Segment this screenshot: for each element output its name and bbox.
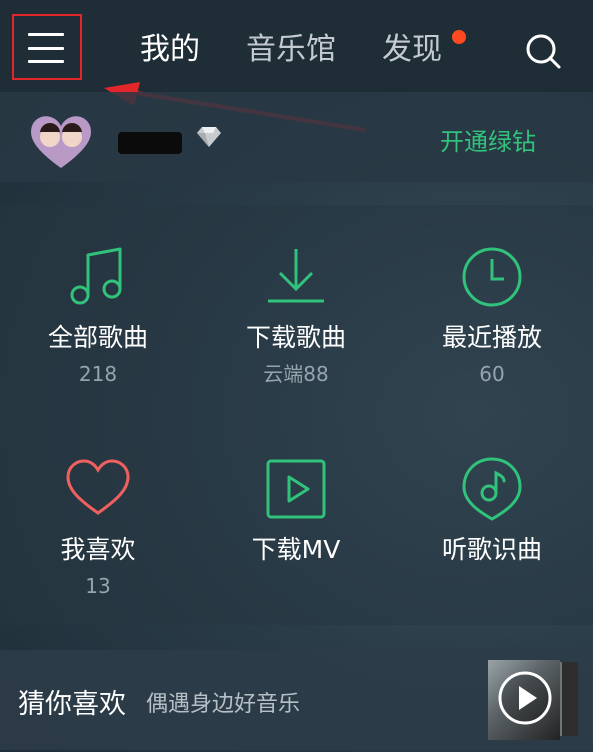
tab-mine[interactable]: 我的: [140, 30, 200, 70]
notification-dot: [452, 30, 466, 44]
tab-discover[interactable]: 发现: [382, 30, 442, 70]
grid-item-label: 最近播放: [441, 323, 542, 352]
grid-item-count: 13: [85, 574, 111, 598]
grid-item-label: 下载MV: [251, 535, 341, 564]
grid-item-download-mv[interactable]: 下载MV: [198, 455, 394, 567]
tab-music-hall[interactable]: 音乐馆: [246, 30, 336, 70]
grid-item-count: 云端88: [263, 362, 329, 386]
play-icon[interactable]: [497, 670, 553, 726]
grid-item-count: 60: [479, 362, 505, 386]
top-bar: 我的 音乐馆 发现: [0, 0, 593, 92]
grid-item-label: 下载歌曲: [245, 323, 346, 352]
grid-item-recent-plays[interactable]: 最近播放 60: [394, 243, 590, 387]
user-bar: **** 开通绿钻: [0, 92, 593, 182]
guess-subtitle: 偶遇身边好音乐: [146, 692, 301, 717]
download-icon: [268, 249, 324, 303]
search-icon[interactable]: [524, 32, 562, 70]
my-music-grid: 全部歌曲 218 下载歌曲 云端88 最近播放 60 我喜欢 13 下载MV 听…: [0, 205, 593, 625]
username[interactable]: ****: [118, 132, 182, 154]
grid-item-downloaded-songs[interactable]: 下载歌曲 云端88: [198, 243, 394, 387]
grid-item-count: 218: [78, 362, 118, 386]
grid-item-label: 全部歌曲: [47, 323, 148, 352]
music-note-icon: [70, 247, 122, 305]
grid-item-label: 听歌识曲: [441, 535, 542, 564]
grid-item-music-recognition[interactable]: 听歌识曲: [394, 455, 590, 567]
diamond-icon: [197, 127, 221, 147]
play-box-icon: [266, 459, 326, 519]
grid-item-favorites[interactable]: 我喜欢 13: [0, 455, 196, 599]
clock-icon: [462, 247, 522, 307]
grid-item-all-songs[interactable]: 全部歌曲 218: [0, 243, 196, 387]
grid-item-label: 我喜欢: [60, 535, 136, 564]
music-recognition-icon: [462, 457, 522, 521]
album-stack-edge: [560, 662, 578, 736]
guess-you-like-bar[interactable]: 猜你喜欢 偶遇身边好音乐: [0, 650, 593, 750]
vip-link[interactable]: 开通绿钻: [440, 122, 536, 157]
menu-highlight-box: [12, 14, 82, 80]
guess-title: 猜你喜欢: [18, 689, 126, 720]
avatar[interactable]: [26, 110, 96, 170]
heart-icon: [66, 459, 130, 515]
